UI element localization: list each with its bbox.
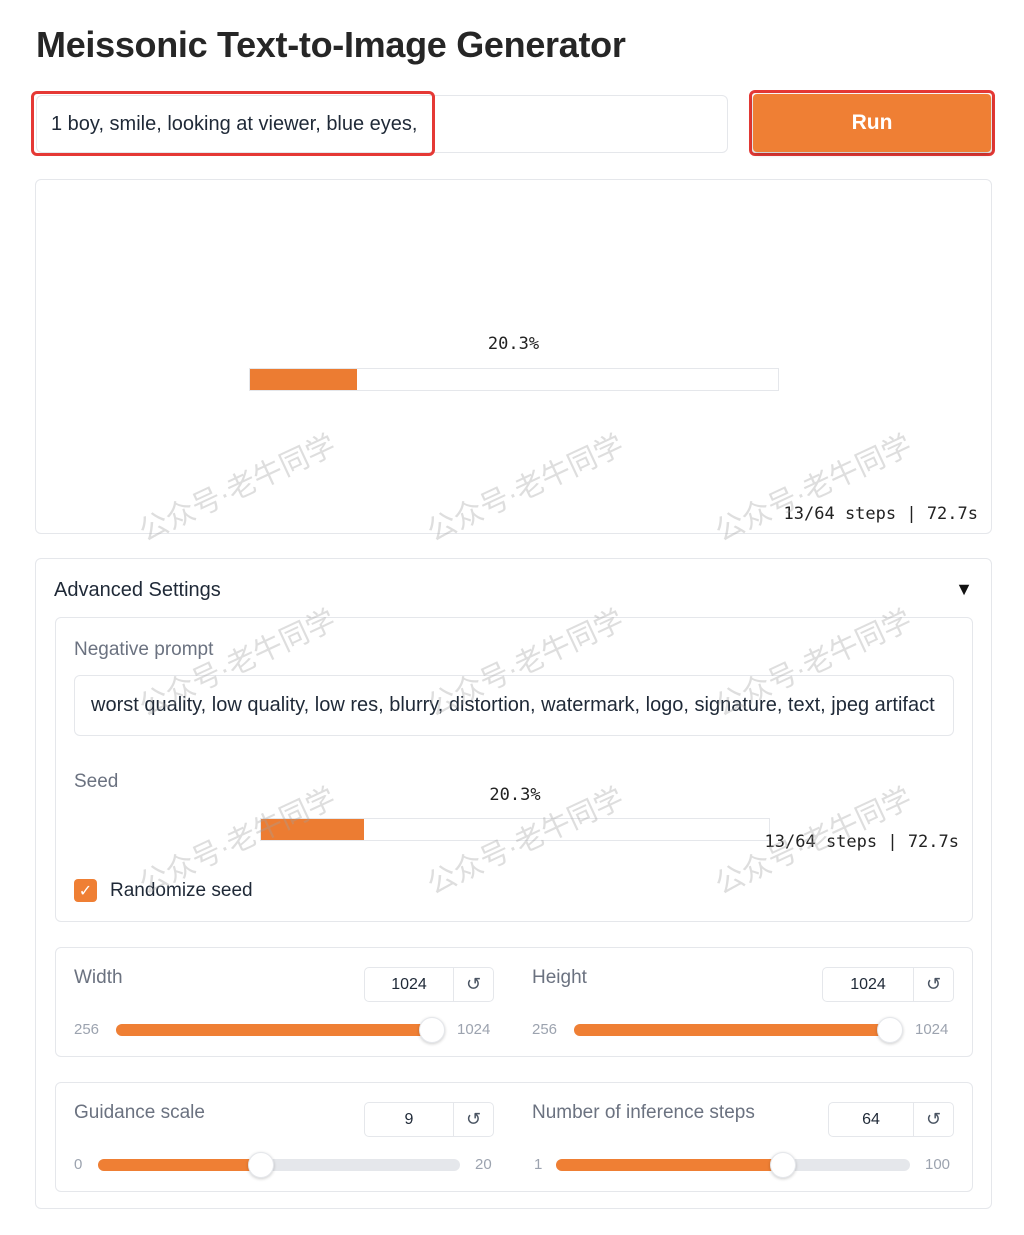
inference-steps-value: 64 — [862, 1110, 880, 1128]
width-slider[interactable] — [116, 1017, 445, 1043]
prompt-input-value: 1 boy, smile, looking at viewer, blue ey… — [51, 113, 418, 135]
progress-percent: 20.3% — [487, 334, 540, 354]
width-label: Width — [74, 967, 123, 988]
negative-prompt-value: worst quality, low quality, low res, blu… — [91, 694, 935, 716]
inference-steps-min: 1 — [534, 1156, 543, 1173]
width-number-input[interactable]: 1024 ↺ — [364, 967, 494, 1002]
negative-prompt-label: Negative prompt — [74, 639, 214, 660]
height-slider-fill — [574, 1024, 890, 1036]
width-reset-icon[interactable]: ↺ — [453, 968, 493, 1001]
output-image-panel: 20.3% 13/64 steps | 72.7s — [35, 179, 992, 534]
randomize-seed-label[interactable]: Randomize seed — [110, 880, 253, 902]
inference-steps-reset-icon[interactable]: ↺ — [913, 1103, 953, 1136]
advanced-settings-panel: Advanced Settings ▼ Negative prompt wors… — [35, 558, 992, 1209]
dimensions-box: Width 1024 ↺ 256 1024 Height 1024 ↺ 256 … — [55, 947, 973, 1057]
progress-bar — [249, 368, 779, 391]
height-slider-thumb[interactable] — [877, 1017, 903, 1043]
prompt-input[interactable]: 1 boy, smile, looking at viewer, blue ey… — [36, 95, 728, 153]
width-min: 256 — [74, 1021, 100, 1038]
inference-steps-label: Number of inference steps — [532, 1102, 755, 1123]
seed-progress-bar-fill — [261, 819, 365, 840]
height-slider[interactable] — [574, 1017, 903, 1043]
prompt-settings-box: Negative prompt worst quality, low quali… — [55, 617, 973, 922]
inference-steps-slider-thumb[interactable] — [769, 1152, 796, 1178]
width-value: 1024 — [391, 975, 427, 993]
height-number-input[interactable]: 1024 ↺ — [822, 967, 954, 1002]
collapse-triangle-icon[interactable]: ▼ — [955, 579, 973, 600]
progress-bar-fill — [250, 369, 358, 390]
advanced-settings-title[interactable]: Advanced Settings — [54, 579, 221, 602]
height-reset-icon[interactable]: ↺ — [913, 968, 953, 1001]
guidance-scale-value: 9 — [404, 1110, 414, 1128]
height-value: 1024 — [850, 975, 886, 993]
width-max: 1024 — [457, 1021, 491, 1038]
progress-eta: 13/64 steps | 72.7s — [783, 504, 978, 524]
run-button[interactable]: Run — [753, 94, 991, 152]
guidance-scale-max: 20 — [475, 1156, 492, 1173]
height-max: 1024 — [915, 1021, 949, 1038]
guidance-scale-reset-icon[interactable]: ↺ — [453, 1103, 493, 1136]
height-label: Height — [532, 967, 587, 988]
guidance-scale-label: Guidance scale — [74, 1102, 205, 1123]
guidance-scale-slider-fill — [98, 1159, 261, 1171]
randomize-seed-checkbox[interactable]: ✓ — [74, 879, 97, 902]
guidance-scale-min: 0 — [74, 1156, 83, 1173]
seed-progress-percent: 20.3% — [489, 785, 541, 805]
guidance-scale-slider-thumb[interactable] — [247, 1152, 274, 1178]
guidance-scale-number-input[interactable]: 9 ↺ — [364, 1102, 494, 1137]
inference-steps-number-input[interactable]: 64 ↺ — [828, 1102, 954, 1137]
inference-steps-max: 100 — [925, 1156, 951, 1173]
inference-steps-slider[interactable] — [556, 1152, 910, 1178]
page-title: Meissonic Text-to-Image Generator — [36, 24, 626, 65]
guidance-scale-slider[interactable] — [98, 1152, 460, 1178]
sampling-box: Guidance scale 9 ↺ 0 20 Number of infere… — [55, 1082, 973, 1192]
seed-progress-bar — [260, 818, 770, 841]
seed-progress-eta: 13/64 steps | 72.7s — [764, 832, 959, 852]
width-slider-thumb[interactable] — [419, 1017, 445, 1043]
height-min: 256 — [532, 1021, 558, 1038]
negative-prompt-input[interactable]: worst quality, low quality, low res, blu… — [74, 675, 954, 736]
inference-steps-slider-fill — [556, 1159, 783, 1171]
width-slider-fill — [116, 1024, 432, 1036]
